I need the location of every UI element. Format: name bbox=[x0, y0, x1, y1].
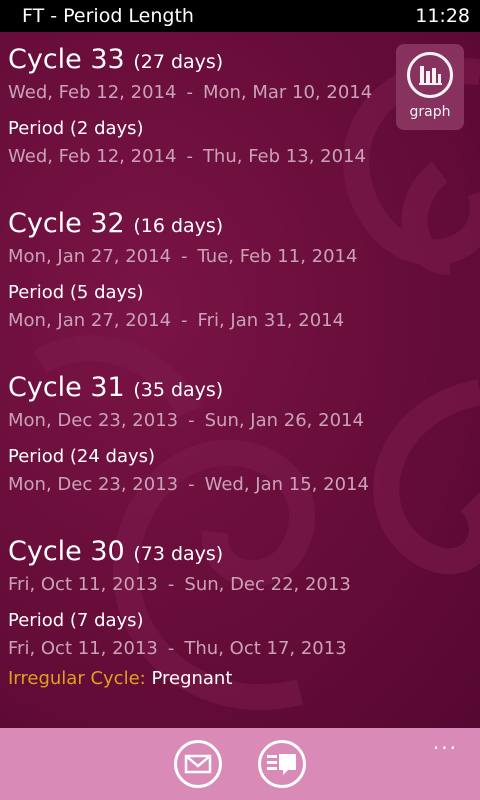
list-comment-icon bbox=[267, 754, 296, 775]
cycle-date-range: Fri, Oct 11, 2013- Sun, Dec 22, 2013 bbox=[8, 572, 428, 598]
status-bar: FT - Period Length 11:28 bbox=[0, 0, 480, 32]
period-length: (5 days) bbox=[69, 282, 144, 303]
cycle-end-date: Mon, Mar 10, 2014 bbox=[202, 82, 373, 103]
period-length: (2 days) bbox=[69, 118, 144, 139]
cycle-length: (73 days) bbox=[133, 543, 224, 565]
email-button[interactable] bbox=[174, 740, 222, 788]
cycle-title: Cycle 32 bbox=[8, 208, 125, 239]
cycle-item[interactable]: Cycle 31 (35 days) Mon, Dec 23, 2013- Sun… bbox=[8, 372, 428, 498]
bar-chart-icon bbox=[407, 52, 453, 98]
cycle-start-date: Mon, Dec 23, 2013 bbox=[8, 410, 179, 431]
cycle-title: Cycle 33 bbox=[8, 44, 125, 75]
envelope-icon bbox=[184, 754, 212, 774]
cycle-date-range: Mon, Jan 27, 2014- Tue, Feb 11, 2014 bbox=[8, 244, 428, 270]
cycle-length: (35 days) bbox=[133, 379, 224, 401]
period-title: Period bbox=[8, 610, 65, 631]
cycle-list[interactable]: Cycle 33 (27 days) Wed, Feb 12, 2014- Mon… bbox=[0, 32, 480, 728]
period-start-date: Mon, Dec 23, 2013 bbox=[8, 474, 179, 495]
period-end-date: Thu, Feb 13, 2014 bbox=[202, 146, 366, 167]
cycle-date-range: Mon, Dec 23, 2013- Sun, Jan 26, 2014 bbox=[8, 408, 428, 434]
period-end-date: Thu, Oct 17, 2013 bbox=[184, 638, 347, 659]
cycle-title: Cycle 31 bbox=[8, 372, 125, 403]
range-separator: - bbox=[167, 574, 175, 595]
cycle-start-date: Wed, Feb 12, 2014 bbox=[8, 82, 177, 103]
period-heading: Period (5 days) bbox=[8, 280, 428, 306]
cycle-title: Cycle 30 bbox=[8, 536, 125, 567]
status-time: 11:28 bbox=[415, 5, 470, 27]
period-date-range: Fri, Oct 11, 2013- Thu, Oct 17, 2013 bbox=[8, 636, 428, 662]
cycle-item[interactable]: Cycle 32 (16 days) Mon, Jan 27, 2014- Tue… bbox=[8, 208, 428, 334]
period-date-range: Mon, Dec 23, 2013- Wed, Jan 15, 2014 bbox=[8, 472, 428, 498]
period-end-date: Wed, Jan 15, 2014 bbox=[204, 474, 369, 495]
graph-button-label: graph bbox=[409, 104, 451, 120]
cycle-date-range: Wed, Feb 12, 2014- Mon, Mar 10, 2014 bbox=[8, 80, 428, 106]
period-start-date: Fri, Oct 11, 2013 bbox=[8, 638, 158, 659]
app-title: FT - Period Length bbox=[22, 5, 194, 27]
irregular-cycle-value: Pregnant bbox=[151, 668, 233, 689]
cycle-end-date: Tue, Feb 11, 2014 bbox=[197, 246, 358, 267]
period-date-range: Mon, Jan 27, 2014- Fri, Jan 31, 2014 bbox=[8, 308, 428, 334]
period-title: Period bbox=[8, 118, 65, 139]
cycle-end-date: Sun, Dec 22, 2013 bbox=[184, 574, 351, 595]
range-separator: - bbox=[181, 310, 188, 331]
period-heading: Period (7 days) bbox=[8, 608, 428, 634]
range-separator: - bbox=[167, 638, 175, 659]
cycle-end-date: Sun, Jan 26, 2014 bbox=[204, 410, 364, 431]
cycle-start-date: Fri, Oct 11, 2013 bbox=[8, 574, 158, 595]
graph-button[interactable]: graph bbox=[396, 44, 464, 130]
range-separator: - bbox=[186, 146, 193, 167]
range-separator: - bbox=[181, 246, 188, 267]
feedback-button[interactable] bbox=[258, 740, 306, 788]
period-start-date: Wed, Feb 12, 2014 bbox=[8, 146, 177, 167]
range-separator: - bbox=[188, 410, 195, 431]
cycle-item[interactable]: Cycle 33 (27 days) Wed, Feb 12, 2014- Mon… bbox=[8, 44, 428, 170]
period-title: Period bbox=[8, 282, 65, 303]
period-date-range: Wed, Feb 12, 2014- Thu, Feb 13, 2014 bbox=[8, 144, 428, 170]
range-separator: - bbox=[186, 82, 193, 103]
irregular-cycle-label: Irregular Cycle: bbox=[8, 668, 146, 689]
period-title: Period bbox=[8, 446, 65, 467]
more-options-button[interactable]: ... bbox=[433, 730, 458, 754]
range-separator: - bbox=[188, 474, 195, 495]
period-length: (7 days) bbox=[69, 610, 144, 631]
period-heading: Period (24 days) bbox=[8, 444, 428, 470]
cycle-item[interactable]: Cycle 30 (73 days) Fri, Oct 11, 2013- Sun… bbox=[8, 536, 428, 692]
cycle-start-date: Mon, Jan 27, 2014 bbox=[8, 246, 172, 267]
period-length: (24 days) bbox=[69, 446, 156, 467]
cycle-length: (16 days) bbox=[133, 215, 224, 237]
cycle-length: (27 days) bbox=[133, 51, 224, 73]
period-end-date: Fri, Jan 31, 2014 bbox=[197, 310, 345, 331]
app-bar: ... bbox=[0, 728, 480, 800]
period-start-date: Mon, Jan 27, 2014 bbox=[8, 310, 172, 331]
period-heading: Period (2 days) bbox=[8, 116, 428, 142]
irregular-cycle-note: Irregular Cycle: Pregnant bbox=[8, 666, 428, 692]
